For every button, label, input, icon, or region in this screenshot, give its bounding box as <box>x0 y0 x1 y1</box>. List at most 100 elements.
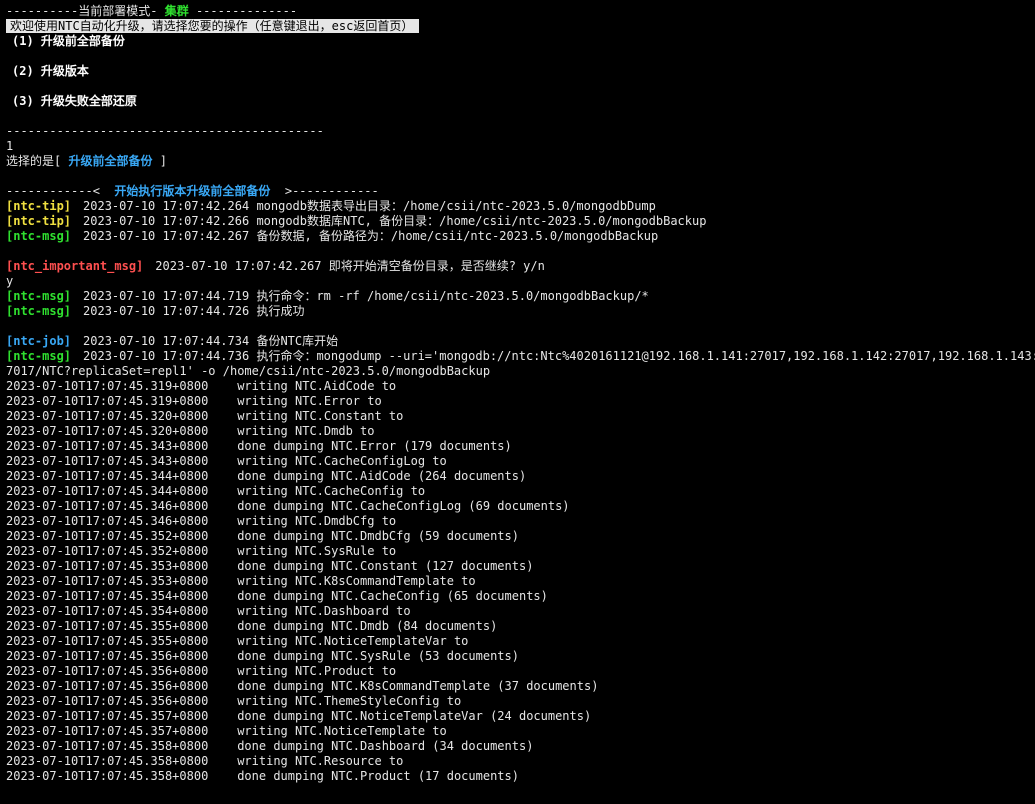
dump-timestamp: 2023-07-10T17:07:45.358+0800 <box>6 739 209 753</box>
dump-timestamp: 2023-07-10T17:07:45.357+0800 <box>6 724 209 738</box>
log-tag: [ntc-msg] <box>6 289 72 303</box>
menu-divider: ----------------------------------------… <box>6 124 324 138</box>
dump-line: 2023-07-10T17:07:45.344+0800 writing NTC… <box>6 484 1035 499</box>
dump-timestamp: 2023-07-10T17:07:45.343+0800 <box>6 439 209 453</box>
dump-timestamp: 2023-07-10T17:07:45.356+0800 <box>6 664 209 678</box>
log-timestamp: 2023-07-10 17:07:44.734 <box>83 334 250 348</box>
section-right: >------------ <box>270 184 379 198</box>
dump-text: done dumping NTC.Constant (127 documents… <box>237 559 534 573</box>
welcome-banner: 欢迎使用NTC自动化升级，请选择您要的操作（任意键退出，esc返回首页） <box>6 19 420 33</box>
dump-text: writing NTC.Dmdb to <box>237 424 375 438</box>
mode-dashes-right: -------------- <box>188 4 298 18</box>
dump-line: 2023-07-10T17:07:45.358+0800 writing NTC… <box>6 754 1035 769</box>
dump-line: 2023-07-10T17:07:45.344+0800 done dumpin… <box>6 469 1035 484</box>
dump-timestamp: 2023-07-10T17:07:45.352+0800 <box>6 529 209 543</box>
dump-line: 2023-07-10T17:07:45.354+0800 writing NTC… <box>6 604 1035 619</box>
dump-text: writing NTC.CacheConfigLog to <box>237 454 447 468</box>
dump-timestamp: 2023-07-10T17:07:45.358+0800 <box>6 754 209 768</box>
log-message: 备份NTC库开始 <box>256 334 339 348</box>
log-tag: [ntc-msg] <box>6 349 72 363</box>
terminal-window[interactable]: ----------当前部署模式- 集群 -------------- 欢迎使用… <box>0 0 1035 804</box>
log-message: 执行成功 <box>256 304 305 318</box>
mode-value: 集群 <box>164 4 189 18</box>
dump-text: writing NTC.SysRule to <box>237 544 397 558</box>
log-tag: [ntc-tip] <box>6 199 72 213</box>
dump-line: 2023-07-10T17:07:45.357+0800 writing NTC… <box>6 724 1035 739</box>
selection-prefix: 选择的是[ <box>6 154 69 168</box>
log-line: [ntc-msg] 2023-07-10 17:07:44.719 执行命令：rm… <box>6 289 1035 304</box>
dump-timestamp: 2023-07-10T17:07:45.356+0800 <box>6 679 209 693</box>
dump-text: writing NTC.CacheConfig to <box>237 484 426 498</box>
dump-text: writing NTC.Error to <box>237 394 382 408</box>
command-continuation: 7017/NTC?replicaSet=repl1' -o /home/csii… <box>6 364 491 378</box>
dump-output: 2023-07-10T17:07:45.319+0800 writing NTC… <box>6 379 1035 784</box>
log-line: [ntc-msg] 2023-07-10 17:07:44.726 执行成功 <box>6 304 1035 319</box>
log-timestamp: 2023-07-10 17:07:44.726 <box>83 304 250 318</box>
dump-text: writing NTC.DmdbCfg to <box>237 514 397 528</box>
log-message: 执行命令：mongodump --uri='mongodb://ntc:Ntc%… <box>256 349 1035 363</box>
dump-line: 2023-07-10T17:07:45.357+0800 done dumpin… <box>6 709 1035 724</box>
dump-line: 2023-07-10T17:07:45.319+0800 writing NTC… <box>6 379 1035 394</box>
dump-line: 2023-07-10T17:07:45.356+0800 writing NTC… <box>6 694 1035 709</box>
menu-item-backup[interactable]: (1) 升级前全部备份 <box>6 34 1035 49</box>
dump-timestamp: 2023-07-10T17:07:45.358+0800 <box>6 769 209 783</box>
log-timestamp: 2023-07-10 17:07:44.719 <box>83 289 250 303</box>
menu-item-restore[interactable]: (3) 升级失败全部还原 <box>6 94 1035 109</box>
dump-timestamp: 2023-07-10T17:07:45.354+0800 <box>6 604 209 618</box>
dump-timestamp: 2023-07-10T17:07:45.344+0800 <box>6 484 209 498</box>
log-timestamp: 2023-07-10 17:07:42.267 <box>83 229 250 243</box>
dump-line: 2023-07-10T17:07:45.353+0800 done dumpin… <box>6 559 1035 574</box>
dump-line: 2023-07-10T17:07:45.358+0800 done dumpin… <box>6 739 1035 754</box>
dump-timestamp: 2023-07-10T17:07:45.344+0800 <box>6 469 209 483</box>
dump-timestamp: 2023-07-10T17:07:45.353+0800 <box>6 574 209 588</box>
dump-timestamp: 2023-07-10T17:07:45.319+0800 <box>6 379 209 393</box>
dump-text: done dumping NTC.K8sCommandTemplate (37 … <box>237 679 599 693</box>
dump-line: 2023-07-10T17:07:45.346+0800 writing NTC… <box>6 514 1035 529</box>
dump-text: writing NTC.NoticeTemplate to <box>237 724 447 738</box>
typed-input: 1 <box>6 139 14 153</box>
dump-line: 2023-07-10T17:07:45.320+0800 writing NTC… <box>6 409 1035 424</box>
log-tag: [ntc-msg] <box>6 304 72 318</box>
dump-line: 2023-07-10T17:07:45.352+0800 writing NTC… <box>6 544 1035 559</box>
dump-text: done dumping NTC.NoticeTemplateVar (24 d… <box>237 709 592 723</box>
dump-timestamp: 2023-07-10T17:07:45.352+0800 <box>6 544 209 558</box>
log-tag: [ntc-job] <box>6 334 72 348</box>
dump-text: done dumping NTC.AidCode (264 documents) <box>237 469 527 483</box>
section-left: ------------< <box>6 184 115 198</box>
dump-timestamp: 2023-07-10T17:07:45.319+0800 <box>6 394 209 408</box>
log-message: 备份数据, 备份路径为：/home/csii/ntc-2023.5.0/mong… <box>256 229 659 243</box>
dump-timestamp: 2023-07-10T17:07:45.320+0800 <box>6 409 209 423</box>
mode-dashes-left: ---------- <box>6 4 79 18</box>
dump-text: done dumping NTC.Product (17 documents) <box>237 769 519 783</box>
menu-item-upgrade[interactable]: (2) 升级版本 <box>6 64 1035 79</box>
dump-line: 2023-07-10T17:07:45.346+0800 done dumpin… <box>6 499 1035 514</box>
mode-header-line: ----------当前部署模式- 集群 -------------- <box>6 4 1035 19</box>
dump-line: 2023-07-10T17:07:45.358+0800 done dumpin… <box>6 769 1035 784</box>
dump-text: writing NTC.Dashboard to <box>237 604 411 618</box>
dump-timestamp: 2023-07-10T17:07:45.357+0800 <box>6 709 209 723</box>
dump-timestamp: 2023-07-10T17:07:45.356+0800 <box>6 694 209 708</box>
log-line: [ntc-tip] 2023-07-10 17:07:42.266 mongodb… <box>6 214 1035 229</box>
dump-line: 2023-07-10T17:07:45.320+0800 writing NTC… <box>6 424 1035 439</box>
important-line: [ntc_important_msg] 2023-07-10 17:07:42.2… <box>6 259 1035 274</box>
dump-timestamp: 2023-07-10T17:07:45.346+0800 <box>6 499 209 513</box>
important-tag: [ntc_important_msg] <box>6 259 144 273</box>
dump-text: done dumping NTC.Error (179 documents) <box>237 439 512 453</box>
dump-timestamp: 2023-07-10T17:07:45.355+0800 <box>6 619 209 633</box>
welcome-banner-line: 欢迎使用NTC自动化升级，请选择您要的操作（任意键退出，esc返回首页） <box>6 19 1035 34</box>
selection-line: 选择的是[ 升级前全部备份 ] <box>6 154 1035 169</box>
dump-line: 2023-07-10T17:07:45.356+0800 done dumpin… <box>6 679 1035 694</box>
dump-timestamp: 2023-07-10T17:07:45.355+0800 <box>6 634 209 648</box>
dump-text: done dumping NTC.CacheConfig (65 documen… <box>237 589 548 603</box>
dump-line: 2023-07-10T17:07:45.343+0800 writing NTC… <box>6 454 1035 469</box>
log-line: [ntc-job] 2023-07-10 17:07:44.734 备份NTC库开… <box>6 334 1035 349</box>
dump-line: 2023-07-10T17:07:45.355+0800 done dumpin… <box>6 619 1035 634</box>
dump-line: 2023-07-10T17:07:45.355+0800 writing NTC… <box>6 634 1035 649</box>
log-line: [ntc-msg] 2023-07-10 17:07:44.736 执行命令：mo… <box>6 349 1035 364</box>
dump-text: writing NTC.Constant to <box>237 409 404 423</box>
section-title: 开始执行版本升级前全部备份 <box>114 184 271 198</box>
dump-line: 2023-07-10T17:07:45.352+0800 done dumpin… <box>6 529 1035 544</box>
log-tag: [ntc-msg] <box>6 229 72 243</box>
mode-label: 当前部署模式- <box>78 4 165 18</box>
dump-text: done dumping NTC.Dashboard (34 documents… <box>237 739 534 753</box>
